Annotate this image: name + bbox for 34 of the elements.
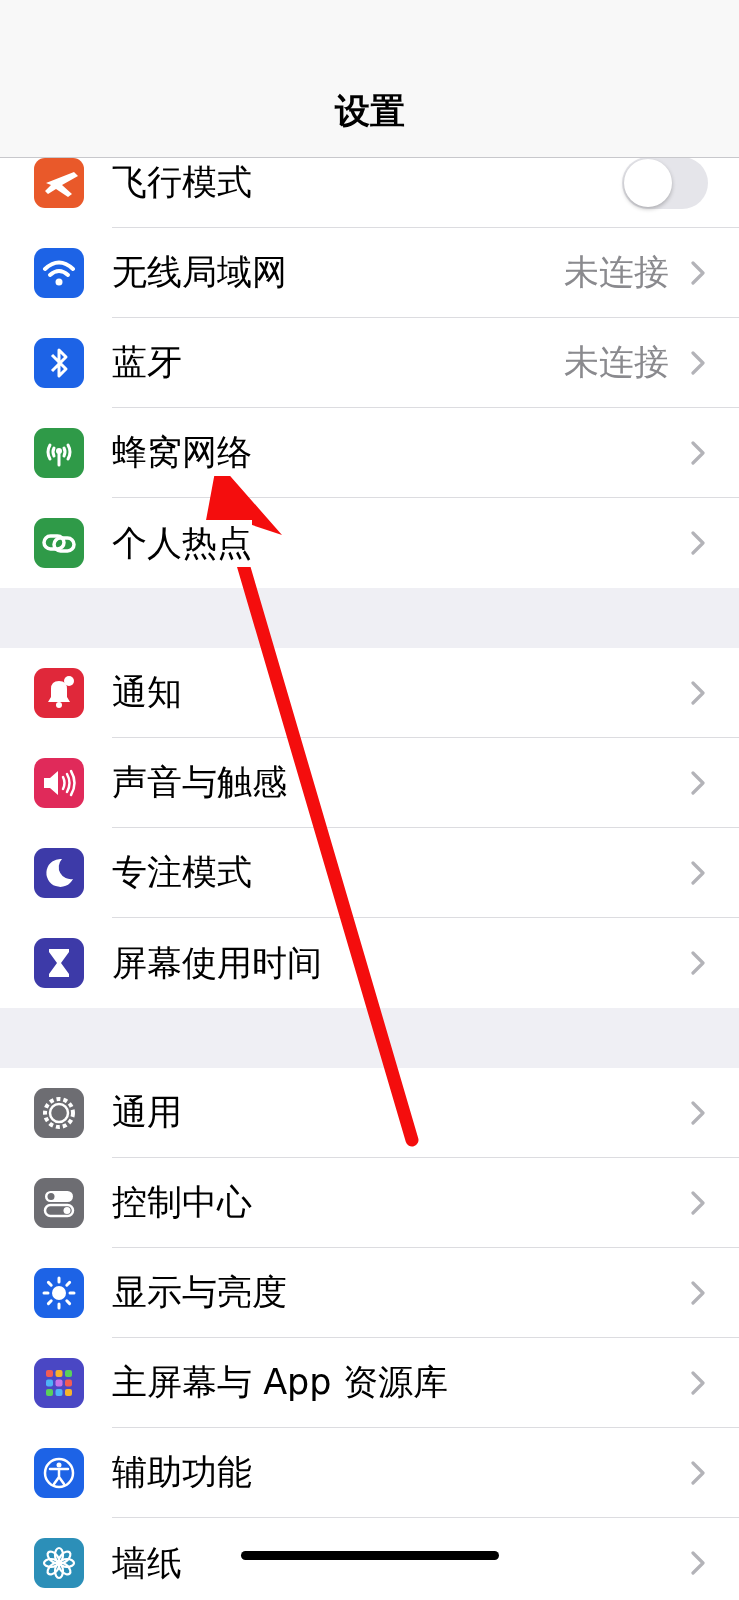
chevron-icon — [691, 1460, 705, 1485]
chevron-icon — [691, 531, 705, 555]
accessibility-icon — [34, 1448, 84, 1498]
chevron-icon — [691, 1551, 705, 1575]
toggle-switch[interactable] — [622, 158, 708, 209]
speaker-icon — [34, 758, 84, 808]
gear-icon — [34, 1088, 84, 1138]
moon-icon — [34, 848, 84, 898]
row-value: 未连接 — [564, 341, 669, 384]
chevron-icon — [691, 260, 705, 285]
switches-icon — [34, 1178, 84, 1228]
chevron-icon — [691, 1100, 705, 1125]
grid-icon — [34, 1358, 84, 1408]
page-title: 设置 — [334, 90, 405, 133]
row-label[interactable]: 个人热点 — [112, 519, 252, 567]
row-value: 未连接 — [564, 251, 669, 294]
chevron-icon — [691, 350, 705, 375]
chevron-icon — [691, 1190, 705, 1215]
chevron-icon — [691, 680, 705, 705]
chevron-icon — [691, 770, 705, 795]
bell-icon — [34, 668, 84, 718]
sun-icon — [34, 1268, 84, 1318]
chevron-icon — [691, 1280, 705, 1305]
chevron-icon — [691, 860, 705, 885]
link-icon — [34, 518, 84, 568]
chevron-icon — [691, 951, 705, 975]
chevron-icon — [691, 1370, 705, 1395]
chevron-icon — [691, 440, 705, 465]
hourglass-icon — [34, 938, 84, 988]
flower-icon — [34, 1538, 84, 1588]
antenna-icon — [34, 428, 84, 478]
wifi-icon — [34, 248, 84, 298]
home-indicator[interactable] — [240, 1551, 499, 1560]
bluetooth-icon — [34, 338, 84, 388]
